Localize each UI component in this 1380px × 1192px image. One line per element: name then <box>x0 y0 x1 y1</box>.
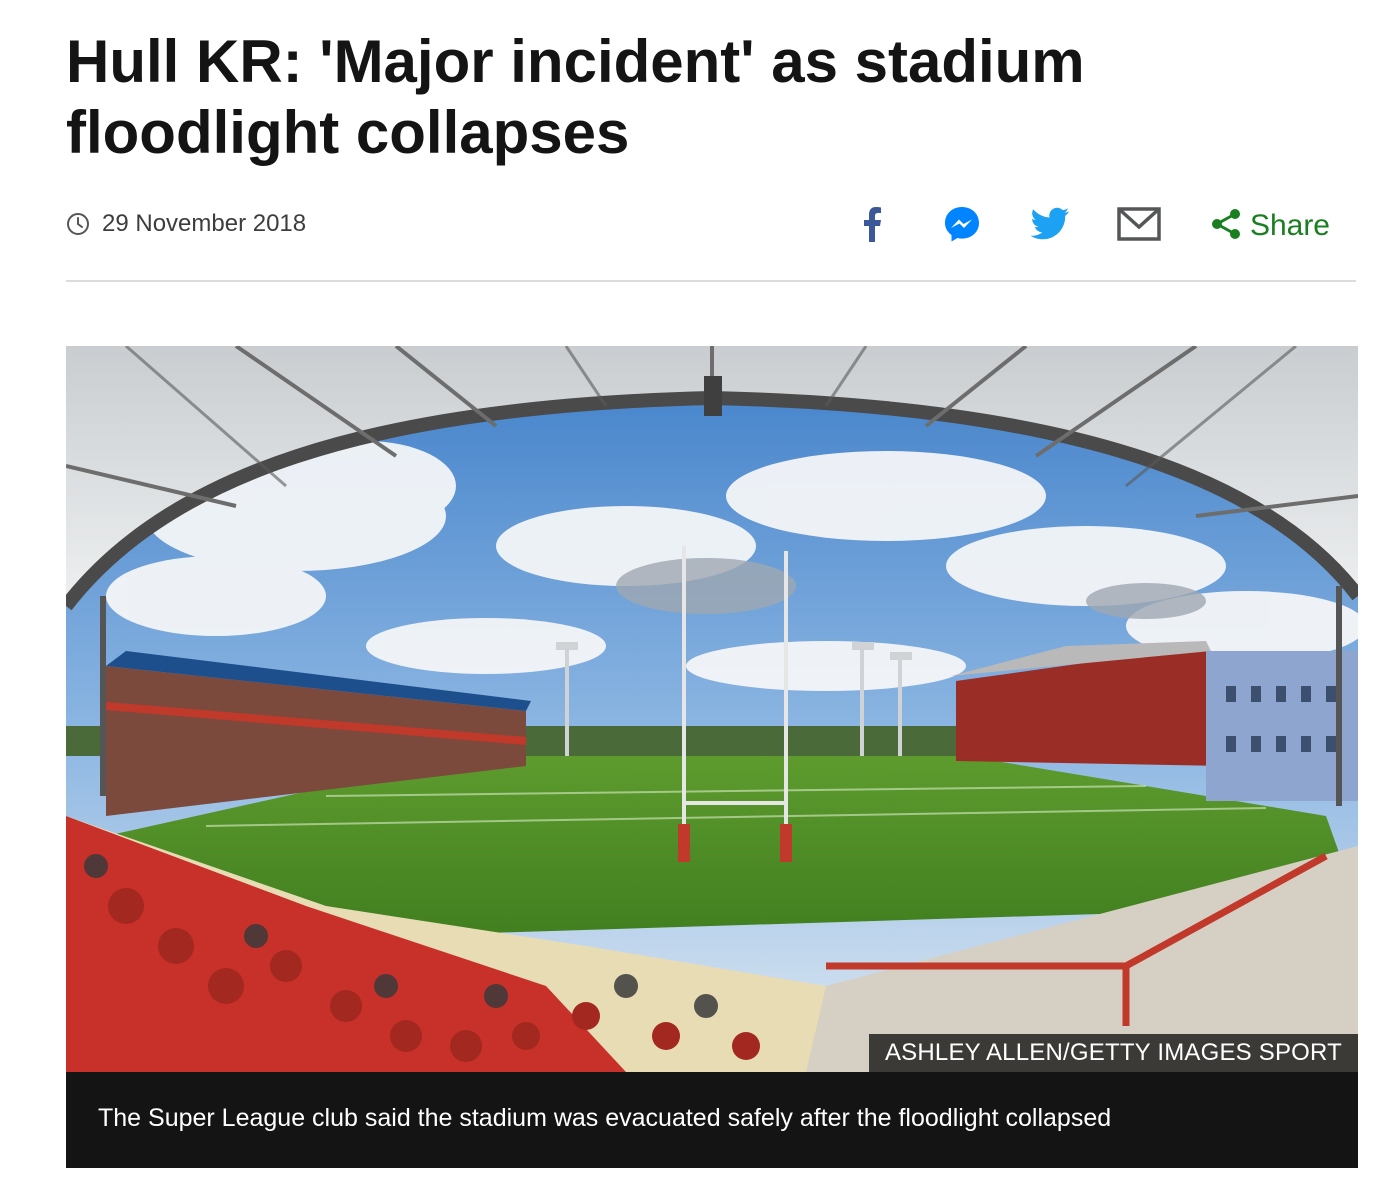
clock-icon <box>66 212 90 236</box>
image-caption: The Super League club said the stadium w… <box>66 1072 1358 1168</box>
divider <box>66 280 1356 282</box>
share-label: Share <box>1249 209 1330 242</box>
messenger-share-button[interactable] <box>940 204 984 248</box>
publish-date: 29 November 2018 <box>102 210 307 237</box>
article-meta-row: 29 November 2018 Share <box>66 196 1356 258</box>
twitter-icon <box>1030 207 1070 246</box>
stadium-photo: ASHLEY ALLEN/GETTY IMAGES SPORT <box>66 346 1358 1072</box>
share-tools: Share <box>850 204 1330 248</box>
email-icon <box>1117 206 1161 246</box>
messenger-icon <box>942 204 982 249</box>
facebook-icon <box>861 206 883 247</box>
article-headline: Hull KR: 'Major incident' as stadium flo… <box>66 28 1085 166</box>
email-share-button[interactable] <box>1116 204 1162 248</box>
share-button[interactable]: Share <box>1210 204 1330 248</box>
lead-image-figure: ASHLEY ALLEN/GETTY IMAGES SPORT The Supe… <box>66 346 1358 1168</box>
share-icon <box>1210 208 1242 245</box>
image-credit: ASHLEY ALLEN/GETTY IMAGES SPORT <box>868 1034 1358 1072</box>
article-timestamp: 29 November 2018 <box>66 210 306 238</box>
twitter-share-button[interactable] <box>1028 204 1072 248</box>
facebook-share-button[interactable] <box>850 204 894 248</box>
